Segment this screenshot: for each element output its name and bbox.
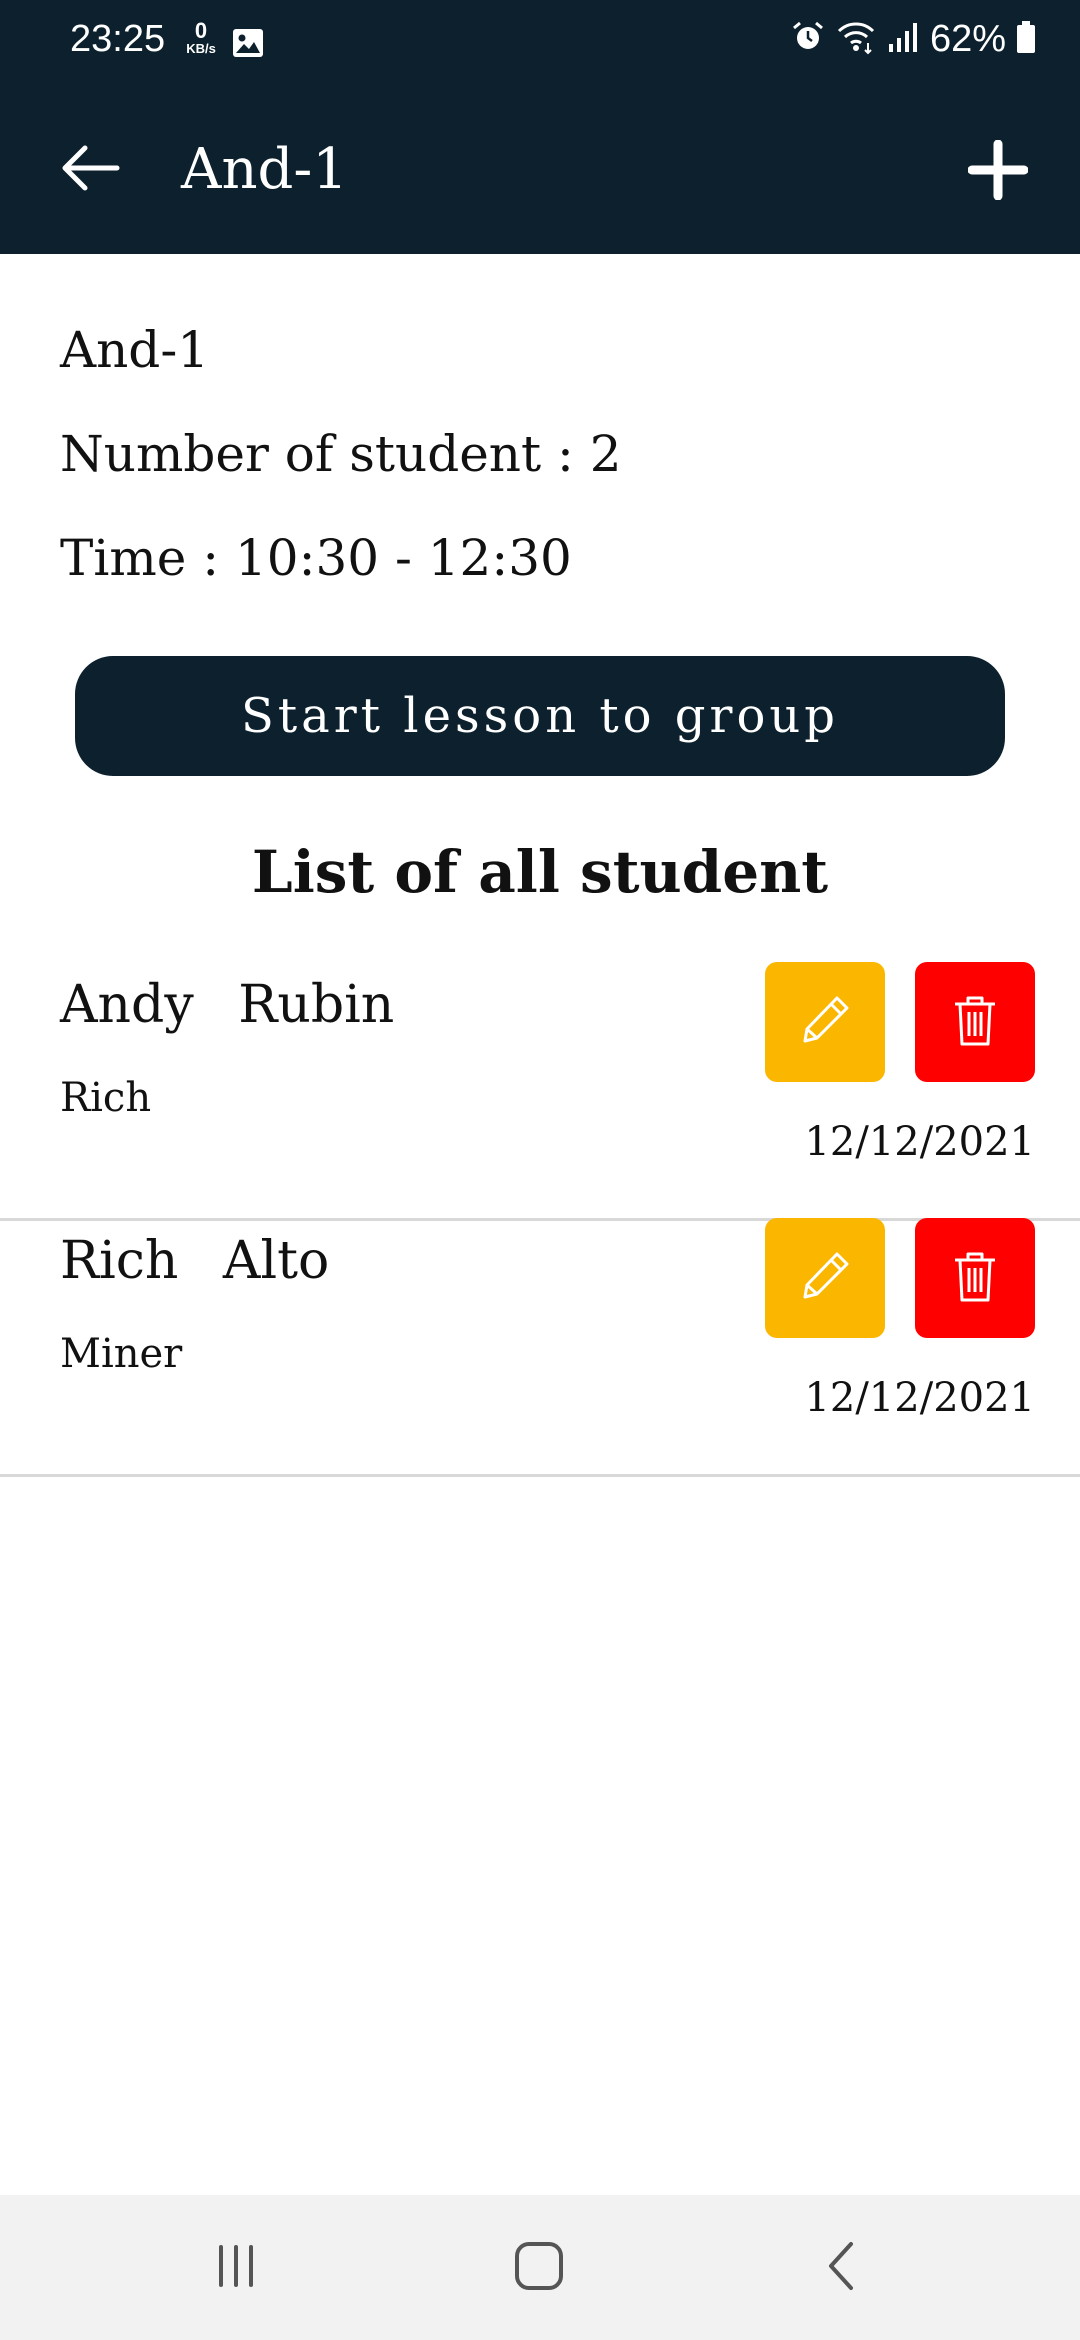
- pencil-icon: [797, 992, 853, 1052]
- back-arrow-icon: [59, 144, 121, 196]
- network-speed-unit: KB/s: [186, 41, 216, 56]
- edit-student-button[interactable]: [765, 1218, 885, 1338]
- status-time: 23:25: [70, 18, 166, 60]
- app-title: And-1: [181, 137, 348, 202]
- network-speed-indicator: 0 KB/s: [181, 18, 221, 56]
- edit-student-button[interactable]: [765, 962, 885, 1082]
- add-student-button[interactable]: [956, 130, 1040, 214]
- signal-icon: [886, 20, 920, 59]
- back-button[interactable]: [50, 130, 130, 210]
- trash-icon: [951, 992, 999, 1052]
- student-subtitle: Rich: [60, 1075, 152, 1121]
- pencil-icon: [797, 1248, 853, 1308]
- alarm-icon: [790, 19, 826, 60]
- gallery-icon: [232, 28, 264, 63]
- student-list-title: List of all student: [251, 838, 829, 906]
- battery-percentage: 62%: [929, 18, 1006, 60]
- recents-button[interactable]: [186, 2225, 286, 2310]
- plus-icon: [967, 139, 1029, 204]
- student-row[interactable]: Rich Alto Miner 12/12/2021: [0, 1218, 1080, 1477]
- student-row[interactable]: Andy Rubin Rich 12/12/2021: [0, 962, 1080, 1221]
- student-count: Number of student : 2: [60, 425, 622, 483]
- group-name: And-1: [60, 321, 210, 379]
- group-time: Time : 10:30 - 12:30: [60, 529, 572, 587]
- recents-icon: [211, 2241, 261, 2295]
- network-speed-value: 0: [194, 18, 208, 43]
- home-icon: [511, 2238, 567, 2298]
- status-icons: 62%: [790, 18, 1036, 61]
- battery-icon: [1016, 20, 1036, 59]
- system-nav-bar: [0, 2195, 1080, 2340]
- wifi-icon: [836, 19, 876, 60]
- student-subtitle: Miner: [60, 1331, 183, 1377]
- student-date: 12/12/2021: [804, 1375, 1035, 1421]
- trash-icon: [951, 1248, 999, 1308]
- student-date: 12/12/2021: [804, 1119, 1035, 1165]
- delete-student-button[interactable]: [915, 1218, 1035, 1338]
- student-name: Andy Rubin: [60, 975, 395, 1035]
- app-bar: And-1: [0, 86, 1080, 254]
- status-bar: 23:25 0 KB/s 62%: [0, 0, 1080, 86]
- student-name: Rich Alto: [60, 1231, 330, 1291]
- back-icon: [821, 2238, 861, 2298]
- delete-student-button[interactable]: [915, 962, 1035, 1082]
- start-lesson-label: Start lesson to group: [240, 688, 840, 744]
- start-lesson-button[interactable]: Start lesson to group: [75, 656, 1005, 776]
- home-button[interactable]: [489, 2225, 589, 2310]
- nav-back-button[interactable]: [791, 2225, 891, 2310]
